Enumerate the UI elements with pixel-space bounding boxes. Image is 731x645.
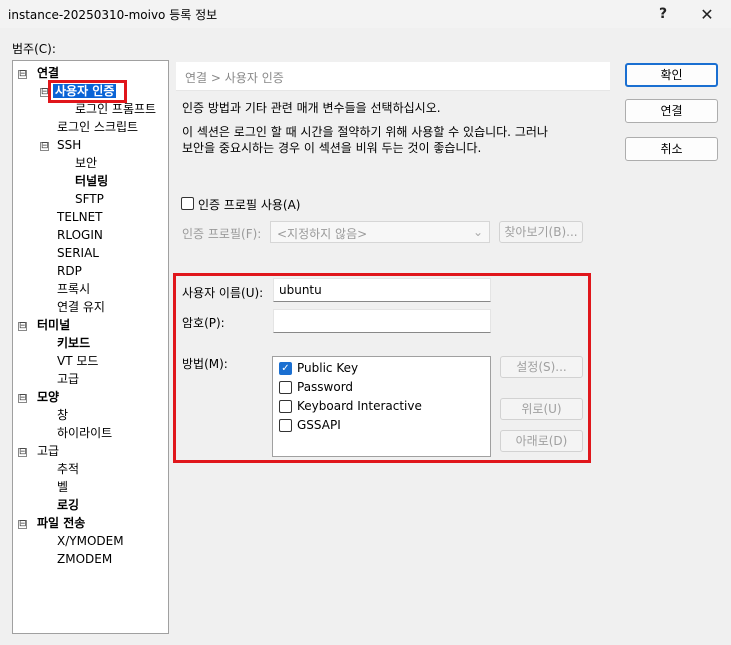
- description-line: 보안을 중요시하는 경우 이 섹션을 비워 두는 것이 좋습니다.: [182, 141, 482, 155]
- move-up-button[interactable]: 위로(U): [500, 398, 583, 420]
- window-title: instance-20250310-moivo 등록 정보: [8, 8, 218, 22]
- tree-item-login-prompt[interactable]: 로그인 프롬프트: [73, 101, 158, 118]
- tree-item-trace[interactable]: 추적: [55, 461, 81, 478]
- tree-item-serial[interactable]: SERIAL: [55, 245, 101, 262]
- title-bar: instance-20250310-moivo 등록 정보 ? ✕: [0, 0, 731, 28]
- tree-item-keepalive[interactable]: 연결 유지: [55, 299, 107, 316]
- password-label: 암호(P):: [182, 316, 225, 330]
- method-checkbox[interactable]: [279, 400, 292, 413]
- chevron-down-icon: ⌄: [472, 225, 483, 239]
- tree-item-terminal-advanced[interactable]: 고급: [55, 371, 81, 388]
- collapse-icon[interactable]: ⊟: [18, 520, 27, 529]
- tree-item-security[interactable]: 보안: [73, 155, 99, 172]
- breadcrumb: 연결 > 사용자 인증: [185, 71, 284, 85]
- tree-item-appearance[interactable]: 모양: [35, 389, 61, 406]
- method-checkbox[interactable]: [279, 381, 292, 394]
- collapse-icon[interactable]: ⊟: [40, 142, 49, 151]
- help-button[interactable]: ?: [648, 0, 678, 28]
- settings-button[interactable]: 설정(S)...: [500, 356, 583, 378]
- checkmark-icon[interactable]: ✓: [279, 362, 292, 375]
- tree-item-proxy[interactable]: 프록시: [55, 281, 92, 298]
- tree-item-ssh[interactable]: SSH: [55, 137, 83, 154]
- use-profile-label[interactable]: 인증 프로필 사용(A): [198, 196, 300, 213]
- tree-item-advanced[interactable]: 고급: [35, 443, 61, 460]
- description-line: 인증 방법과 기타 관련 매개 변수들을 선택하십시오.: [182, 101, 441, 115]
- method-label: 방법(M):: [182, 357, 228, 371]
- tree-item-vt-mode[interactable]: VT 모드: [55, 353, 100, 370]
- tree-item-rlogin[interactable]: RLOGIN: [55, 227, 105, 244]
- tree-item-login-script[interactable]: 로그인 스크립트: [55, 119, 140, 136]
- browse-button[interactable]: 찾아보기(B)...: [499, 221, 583, 243]
- collapse-icon[interactable]: ⊟: [18, 70, 27, 79]
- tree-item-sftp[interactable]: SFTP: [73, 191, 106, 208]
- tree-item-bell[interactable]: 벨: [55, 479, 70, 496]
- tree-item-keyboard[interactable]: 키보드: [55, 335, 92, 352]
- profile-label: 인증 프로필(F):: [182, 227, 262, 241]
- collapse-icon[interactable]: ⊟: [18, 322, 27, 331]
- cancel-button[interactable]: 취소: [625, 137, 718, 161]
- password-field[interactable]: [273, 309, 491, 333]
- description-line: 이 섹션은 로그인 할 때 시간을 절약하기 위해 사용할 수 있습니다. 그러…: [182, 125, 548, 139]
- tree-item-telnet[interactable]: TELNET: [55, 209, 105, 226]
- tree-item-file-transfer[interactable]: 파일 전송: [35, 515, 87, 532]
- tree-item-tunneling[interactable]: 터널링: [73, 173, 110, 190]
- category-tree[interactable]: ⊟ 연결 ⊟ 사용자 인증 로그인 프롬프트 로그인 스크립트 ⊟ SSH 보안…: [12, 60, 169, 634]
- highlight-box-tree: [48, 80, 127, 103]
- tree-item-rdp[interactable]: RDP: [55, 263, 84, 280]
- username-field[interactable]: ubuntu: [273, 278, 491, 302]
- username-label: 사용자 이름(U):: [182, 286, 264, 300]
- method-checkbox[interactable]: [279, 419, 292, 432]
- tree-item-terminal[interactable]: 터미널: [35, 317, 72, 334]
- use-profile-checkbox[interactable]: [181, 197, 194, 210]
- profile-select-value: <지정하지 않음>: [277, 227, 368, 241]
- collapse-icon[interactable]: ⊟: [18, 394, 27, 403]
- tree-item-window[interactable]: 창: [55, 407, 70, 424]
- connect-button[interactable]: 연결: [625, 99, 718, 123]
- profile-select[interactable]: <지정하지 않음> ⌄: [270, 221, 490, 243]
- close-button[interactable]: ✕: [692, 0, 722, 28]
- collapse-icon[interactable]: ⊟: [18, 448, 27, 457]
- tree-item-xymodem[interactable]: X/YMODEM: [55, 533, 126, 550]
- tree-item-zmodem[interactable]: ZMODEM: [55, 551, 114, 568]
- ok-button[interactable]: 확인: [625, 63, 718, 87]
- tree-item-logging[interactable]: 로깅: [55, 497, 81, 514]
- methods-list[interactable]: ✓ Public Key Password Keyboard Interacti…: [272, 356, 491, 457]
- move-down-button[interactable]: 아래로(D): [500, 430, 583, 452]
- category-label: 범주(C):: [12, 42, 56, 56]
- breadcrumb-bar: 연결 > 사용자 인증: [176, 62, 610, 91]
- tree-item-highlight[interactable]: 하이라이트: [55, 425, 114, 442]
